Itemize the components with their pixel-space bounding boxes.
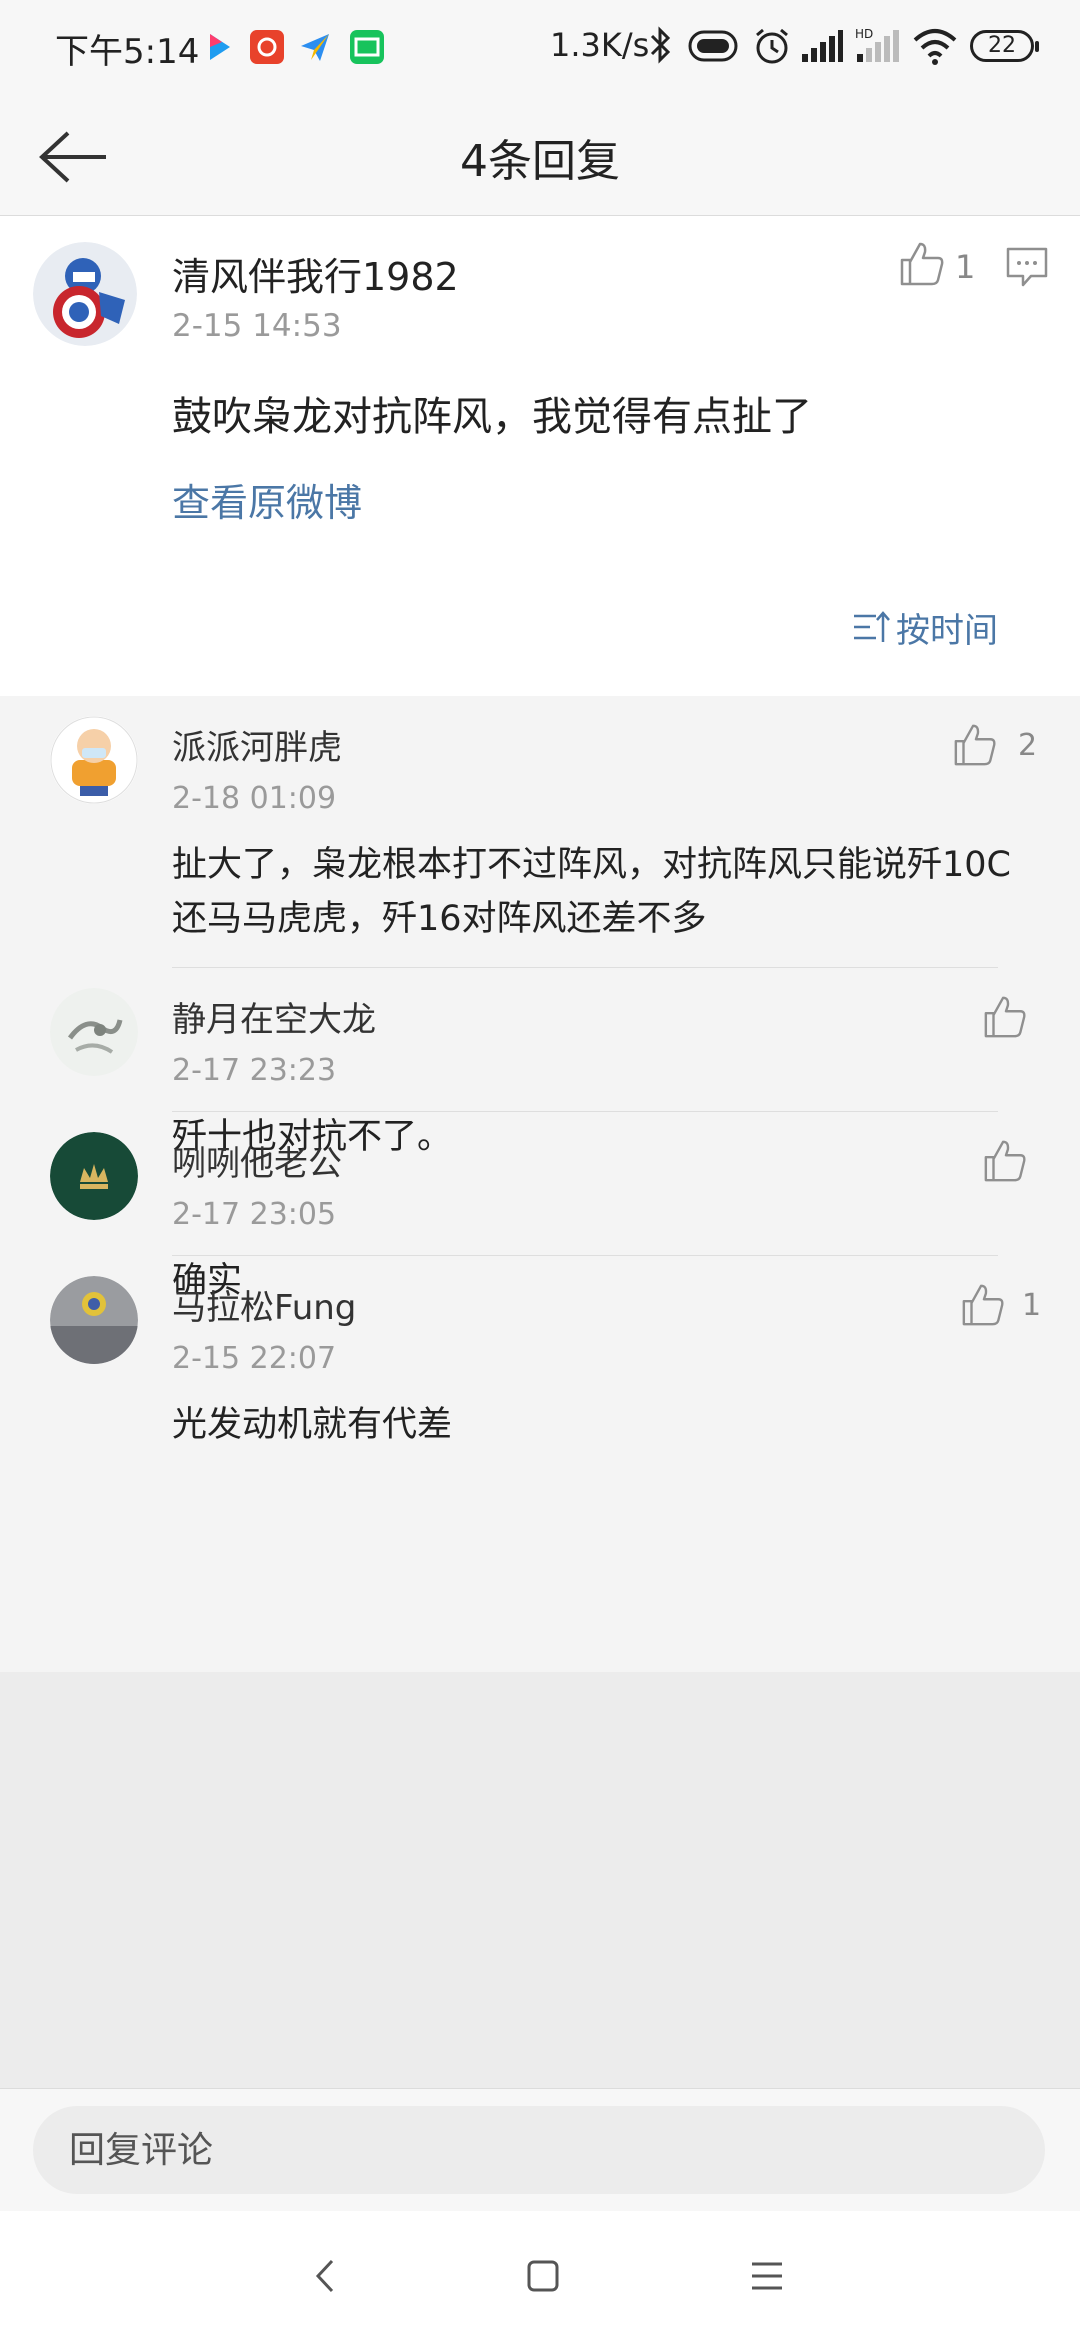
- battery-icon: 22: [970, 30, 1039, 62]
- reply-timestamp: 2-15 22:07: [172, 1341, 337, 1376]
- reply-username[interactable]: 静月在空大龙: [172, 992, 376, 1041]
- sort-label: 按时间: [896, 610, 998, 651]
- reply-bar: [0, 2088, 1080, 2211]
- reply-list: 派派河胖虎 2-18 01:09 扯大了，枭龙根本打不过阵风，对抗阵风只能说歼1…: [0, 696, 1080, 1672]
- alarm-icon: [752, 26, 792, 70]
- svg-text:HD: HD: [855, 27, 873, 41]
- thumbs-up-icon[interactable]: [960, 1282, 1006, 1328]
- avatar[interactable]: [33, 242, 137, 346]
- root-like-count: 1: [955, 248, 976, 286]
- comment-reply-icon[interactable]: [1005, 246, 1049, 288]
- avatar[interactable]: [50, 1276, 138, 1364]
- reply-timestamp: 2-17 23:05: [172, 1197, 337, 1232]
- list-item: 咧咧他老公 2-17 23:05 确实: [0, 1112, 1080, 1301]
- network-speed: 1.3K/s: [550, 26, 650, 64]
- reply-timestamp: 2-17 23:23: [172, 1053, 337, 1088]
- reply-username[interactable]: 派派河胖虎: [172, 720, 342, 769]
- sort-by-time-toggle[interactable]: 按时间: [852, 604, 998, 651]
- view-original-link[interactable]: 查看原微博: [172, 472, 362, 527]
- thumbs-up-icon[interactable]: [952, 722, 998, 768]
- reply-timestamp: 2-18 01:09: [172, 781, 337, 816]
- root-username[interactable]: 清风伴我行1982: [172, 246, 459, 301]
- avatar[interactable]: [50, 1132, 138, 1220]
- system-nav-bar: [0, 2211, 1080, 2340]
- reply-like-count: 2: [1018, 728, 1038, 763]
- list-item: 马拉松Fung 2-15 22:07 光发动机就有代差 1: [0, 1256, 1080, 1445]
- reply-text: 扯大了，枭龙根本打不过阵风，对抗阵风只能说歼10C还马马虎虎，歼16对阵风还差不…: [172, 845, 1011, 939]
- list-item: 派派河胖虎 2-18 01:09 扯大了，枭龙根本打不过阵风，对抗阵风只能说歼1…: [0, 696, 1080, 968]
- list-item: 静月在空大龙 2-17 23:23 歼十也对抗不了。: [0, 968, 1080, 1157]
- page-title: 4条回复: [460, 136, 620, 187]
- root-comment: 清风伴我行1982 2-15 14:53 鼓吹枭龙对抗阵风，我觉得有点扯了 查看…: [0, 216, 1080, 696]
- signal-icon: [800, 30, 844, 68]
- status-time: 下午5:14: [55, 32, 200, 72]
- avatar[interactable]: [50, 988, 138, 1076]
- taobao-app-icon: [250, 30, 284, 64]
- reply-username[interactable]: 马拉松Fung: [172, 1280, 356, 1329]
- thumbs-up-icon[interactable]: [982, 1138, 1028, 1184]
- avatar[interactable]: [50, 716, 138, 804]
- nav-menu-icon[interactable]: [740, 2249, 794, 2303]
- reply-username[interactable]: 咧咧他老公: [172, 1136, 342, 1185]
- sort-icon: [854, 611, 890, 642]
- hd-signal-icon: HD: [855, 26, 903, 68]
- iqiyi-app-icon: [350, 30, 384, 64]
- wifi-icon: [912, 28, 958, 70]
- vibrate-icon: [688, 30, 738, 66]
- root-comment-text: 鼓吹枭龙对抗阵风，我觉得有点扯了: [172, 394, 812, 440]
- status-bar: 下午5:14 1.3K/s HD 22: [0, 0, 1080, 95]
- nav-home-icon[interactable]: [516, 2249, 570, 2303]
- header: 4条回复: [0, 95, 1080, 216]
- thumbs-up-icon[interactable]: [982, 994, 1028, 1040]
- nav-back-icon[interactable]: [298, 2249, 352, 2303]
- feiji-app-icon: [298, 30, 332, 64]
- reply-text: 光发动机就有代差: [172, 1405, 453, 1445]
- thumbs-up-icon[interactable]: [898, 240, 946, 288]
- reply-like-count: 1: [1022, 1288, 1042, 1323]
- youku-app-icon: [202, 30, 236, 64]
- root-timestamp: 2-15 14:53: [172, 308, 342, 344]
- reply-input[interactable]: [33, 2106, 1045, 2194]
- bluetooth-icon: [648, 22, 672, 72]
